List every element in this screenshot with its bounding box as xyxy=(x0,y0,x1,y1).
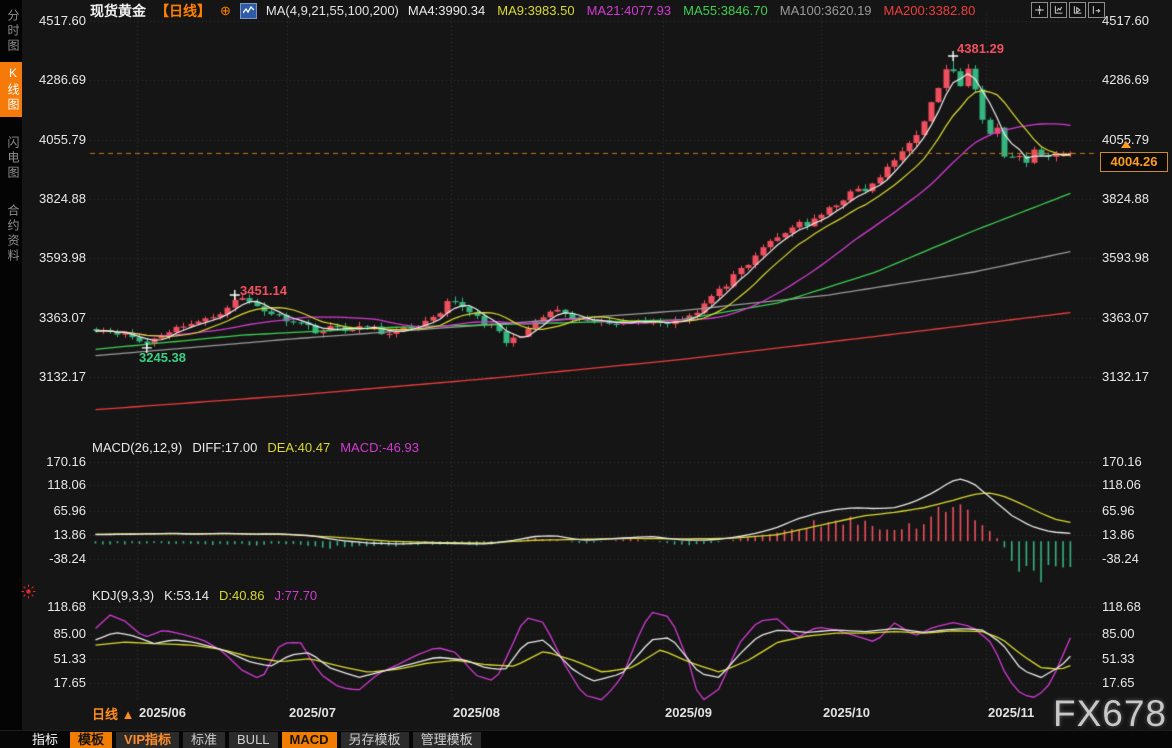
axis-price-label: 118.68 xyxy=(1102,599,1168,615)
axis-date-label: 2025/09 xyxy=(665,705,712,720)
axis-price-label: 4286.69 xyxy=(22,72,86,88)
axis-price-label: 3824.88 xyxy=(22,191,86,207)
fx678-watermark: FX678 xyxy=(1053,693,1167,735)
axis-price-label: 4055.79 xyxy=(22,132,86,148)
axis-date-label: 2025/06 xyxy=(139,705,186,720)
axis-price-label: 3132.17 xyxy=(22,369,86,385)
fit-y-axis-icon[interactable] xyxy=(1050,2,1067,18)
bottom-tab-bar: 指标模板VIP指标标准BULLMACD另存模板管理模板 xyxy=(0,730,1172,748)
chart-canvas[interactable] xyxy=(0,0,1172,748)
price-axis-left: 4517.60 4286.69 4055.79 3824.88 3593.98 3363.… xyxy=(22,0,86,748)
footer-tab-指标[interactable]: 指标 xyxy=(24,732,66,748)
chart-toolbar xyxy=(1031,2,1105,18)
footer-tab-标准[interactable]: 标准 xyxy=(183,732,225,748)
symbol-title: 现货黄金 xyxy=(90,1,146,21)
footer-tab-另存模板[interactable]: 另存模板 xyxy=(341,732,409,748)
period-selector[interactable]: 日线 ▲ xyxy=(92,704,135,723)
axis-date-label: 2025/10 xyxy=(823,705,870,720)
ma-value: MA21:4077.93 xyxy=(587,3,672,18)
price-axis-right: 4517.60 4286.69 4055.79 3824.88 3593.98 3363.… xyxy=(1102,0,1168,748)
axis-price-label: 170.16 xyxy=(22,454,86,470)
kdj-d-value: D:40.86 xyxy=(219,588,265,603)
price-annotation: 3245.38 xyxy=(139,350,186,365)
axis-price-label: 4517.60 xyxy=(22,13,86,29)
price-tag-arrow-icon xyxy=(1121,141,1131,148)
ma-value: MA55:3846.70 xyxy=(683,3,768,18)
axis-price-label: 3363.07 xyxy=(22,310,86,326)
sidebar-item-4[interactable]: 合约资料 xyxy=(0,200,22,268)
last-price-tag: 4004.26 xyxy=(1100,152,1168,172)
axis-price-label: 17.65 xyxy=(22,675,86,691)
ma-value: MA4:3990.34 xyxy=(408,3,485,18)
axis-price-label: 3593.98 xyxy=(1102,250,1168,266)
footer-tab-模板[interactable]: 模板 xyxy=(70,732,112,748)
price-annotation: 3451.14 xyxy=(240,283,287,298)
axis-price-label: 65.96 xyxy=(22,503,86,519)
footer-tab-管理模板[interactable]: 管理模板 xyxy=(413,732,481,748)
axis-price-label: 118.06 xyxy=(1102,477,1168,493)
axis-price-label: 118.06 xyxy=(22,477,86,493)
triangle-up-icon: ▲ xyxy=(122,707,135,722)
kdj-j-value: J:77.70 xyxy=(275,588,318,603)
axis-price-label: 85.00 xyxy=(22,626,86,642)
live-alert-icon xyxy=(21,584,36,604)
period-tag[interactable]: 【日线】 xyxy=(155,1,211,21)
kdj-panel-header: KDJ(9,3,3) K:53.14 D:40.86 J:77.70 xyxy=(92,588,317,603)
kdj-k-value: K:53.14 xyxy=(164,588,209,603)
ma-value: MA200:3382.80 xyxy=(884,3,976,18)
macd-title: MACD(26,12,9) xyxy=(92,440,182,455)
axis-date-label: 2025/08 xyxy=(453,705,500,720)
pan-right-icon[interactable] xyxy=(1088,2,1105,18)
axis-price-label: -38.24 xyxy=(1102,551,1168,567)
axis-price-label: 51.33 xyxy=(1102,651,1168,667)
sidebar-item-1[interactable]: 分时图 xyxy=(0,5,22,58)
axis-price-label: -38.24 xyxy=(22,551,86,567)
axis-price-label: 3593.98 xyxy=(22,250,86,266)
macd-panel-header: MACD(26,12,9) DIFF:17.00 DEA:40.47 MACD:… xyxy=(92,440,419,455)
axis-price-label: 51.33 xyxy=(22,651,86,667)
axis-price-label: 13.86 xyxy=(22,527,86,543)
axis-price-label: 4055.79 xyxy=(1102,132,1168,148)
footer-tab-BULL[interactable]: BULL xyxy=(229,732,278,748)
left-nav-sidebar: 分时图 K线图闪电图合约资料 xyxy=(0,0,22,748)
axis-price-label: 170.16 xyxy=(1102,454,1168,470)
price-annotation: 4381.29 xyxy=(957,41,1004,56)
chart-header: 现货黄金 【日线】 ⊕ MA(4,9,21,55,100,200) MA4:39… xyxy=(90,2,975,19)
add-indicator-icon[interactable]: ⊕ xyxy=(220,4,231,17)
axis-price-label: 17.65 xyxy=(1102,675,1168,691)
ma-value: MA100:3620.19 xyxy=(780,3,872,18)
ma-value: MA9:3983.50 xyxy=(497,3,574,18)
macd-macd-value: MACD:-46.93 xyxy=(340,440,419,455)
axis-price-label: 85.00 xyxy=(1102,626,1168,642)
fit-x-axis-icon[interactable] xyxy=(1069,2,1086,18)
axis-date-label: 2025/11 xyxy=(988,705,1034,720)
axis-price-label: 3132.17 xyxy=(1102,369,1168,385)
ma-values-group: MA4:3990.34 MA9:3983.50 MA21:4077.93 MA55:3… xyxy=(408,3,975,18)
axis-price-label: 3824.88 xyxy=(1102,191,1168,207)
axis-price-label: 4517.60 xyxy=(1102,13,1168,29)
axis-price-label: 65.96 xyxy=(1102,503,1168,519)
axis-price-label: 13.86 xyxy=(1102,527,1168,543)
kline-style-icon[interactable] xyxy=(240,3,257,19)
axis-date-label: 2025/07 xyxy=(289,705,336,720)
period-selector-label: 日线 xyxy=(92,707,118,722)
axis-price-label: 4286.69 xyxy=(1102,72,1168,88)
footer-tab-VIP指标[interactable]: VIP指标 xyxy=(116,732,179,748)
crosshair-icon[interactable] xyxy=(1031,2,1048,18)
axis-price-label: 3363.07 xyxy=(1102,310,1168,326)
sidebar-item-2[interactable]: K线图 xyxy=(0,62,22,117)
sidebar-item-3[interactable]: 闪电图 xyxy=(0,132,22,185)
ma-settings-label: MA(4,9,21,55,100,200) xyxy=(266,3,399,18)
footer-tab-MACD[interactable]: MACD xyxy=(282,732,337,748)
macd-diff-value: DIFF:17.00 xyxy=(192,440,257,455)
kdj-title: KDJ(9,3,3) xyxy=(92,588,154,603)
macd-dea-value: DEA:40.47 xyxy=(267,440,330,455)
trading-chart-window: 分时图 K线图闪电图合约资料 现货黄金 【日线】 ⊕ MA(4,9,21,55,1… xyxy=(0,0,1172,748)
